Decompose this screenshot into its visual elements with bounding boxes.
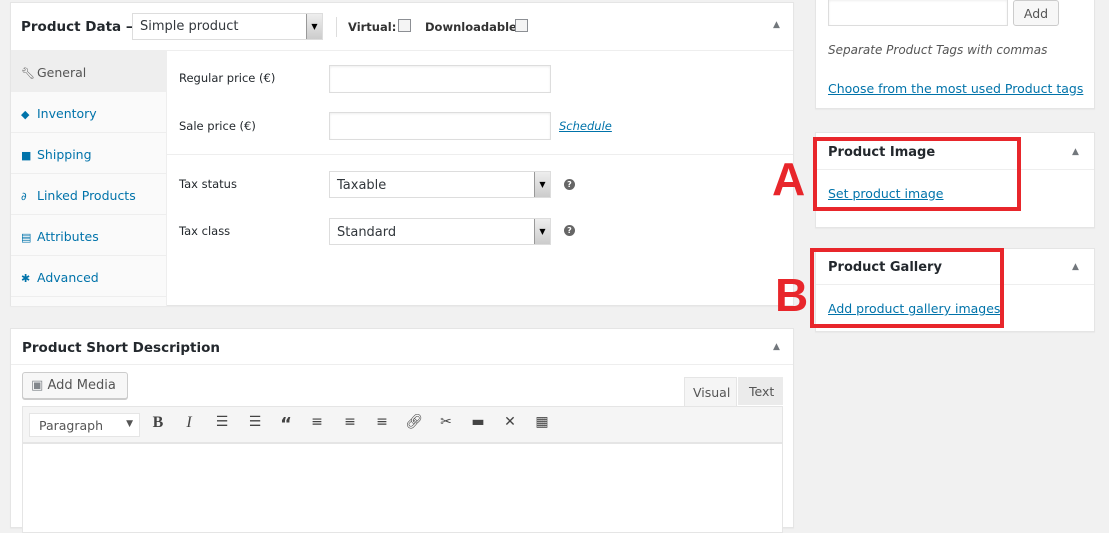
- bullet-list-icon[interactable]: ☰: [212, 414, 232, 430]
- tab-inventory[interactable]: ◆ Inventory: [11, 92, 167, 133]
- chevron-down-icon: ▼: [534, 172, 550, 197]
- numbered-list-icon[interactable]: ☰: [245, 414, 265, 430]
- media-icon: ▣: [31, 378, 44, 393]
- tax-class-label: Tax class: [179, 224, 231, 238]
- annotation-letter-a: A: [772, 153, 806, 205]
- downloadable-checkbox[interactable]: [515, 19, 528, 32]
- help-icon[interactable]: ?: [564, 225, 575, 236]
- tab-label: Linked Products: [37, 188, 136, 203]
- italic-icon[interactable]: I: [179, 414, 199, 432]
- tab-shipping[interactable]: ■ Shipping: [11, 133, 167, 174]
- link-icon: ∂: [21, 190, 27, 203]
- annotation-box-b: [810, 248, 1004, 328]
- sale-price-input[interactable]: [329, 112, 551, 140]
- regular-price-label: Regular price (€): [179, 71, 276, 85]
- collapse-toggle-icon[interactable]: ▲: [773, 20, 780, 30]
- tab-label: General: [37, 65, 87, 80]
- product-data-title: Product Data —: [21, 19, 140, 35]
- fullscreen-icon[interactable]: ✕: [500, 414, 520, 430]
- tax-class-select[interactable]: Standard ▼: [329, 218, 551, 245]
- tab-linked-products[interactable]: ∂ Linked Products: [11, 174, 167, 215]
- add-media-button[interactable]: ▣ Add Media: [22, 372, 128, 399]
- wrench-icon: 🔧︎: [21, 67, 35, 80]
- short-description-title: Product Short Description: [22, 340, 220, 356]
- tax-status-select[interactable]: Taxable ▼: [329, 171, 551, 198]
- tab-attributes[interactable]: ▤ Attributes: [11, 215, 167, 256]
- annotation-box-a: [813, 137, 1021, 211]
- format-select[interactable]: Paragraph ▼: [29, 413, 140, 437]
- annotation-letter-b: B: [775, 269, 809, 321]
- gear-icon: ✱: [21, 272, 31, 285]
- schedule-link[interactable]: Schedule: [559, 119, 612, 133]
- tax-class-value: Standard: [337, 225, 397, 240]
- list-icon: ▤: [21, 231, 32, 244]
- tab-label: Advanced: [37, 270, 99, 285]
- virtual-checkbox[interactable]: [398, 19, 411, 32]
- collapse-toggle-icon[interactable]: ▲: [1072, 147, 1079, 157]
- align-left-icon[interactable]: ≡: [307, 414, 327, 430]
- product-type-value: Simple product: [140, 19, 239, 34]
- align-right-icon[interactable]: ≡: [372, 414, 392, 430]
- tab-visual[interactable]: Visual: [684, 377, 737, 406]
- choose-tags-link[interactable]: Choose from the most used Product tags: [828, 81, 1083, 96]
- tag-icon: ◆: [21, 108, 30, 121]
- truck-icon: ■: [21, 149, 32, 162]
- product-type-select[interactable]: Simple product ▼: [132, 13, 323, 40]
- chevron-down-icon: ▼: [126, 419, 133, 429]
- format-value: Paragraph: [39, 418, 104, 433]
- tax-status-label: Tax status: [179, 177, 237, 191]
- tab-general[interactable]: 🔧︎ General: [11, 51, 167, 92]
- add-media-label: Add Media: [47, 378, 116, 393]
- virtual-label: Virtual:: [348, 20, 397, 34]
- unlink-icon[interactable]: ✂: [436, 414, 456, 430]
- link-icon[interactable]: 🔗︎: [404, 414, 424, 430]
- bold-icon[interactable]: B: [148, 414, 168, 432]
- collapse-toggle-icon[interactable]: ▲: [1072, 262, 1079, 272]
- tab-label: Shipping: [37, 147, 92, 162]
- product-tags-panel: Add Separate Product Tags with commas Ch…: [815, 0, 1095, 109]
- add-tag-button[interactable]: Add: [1013, 0, 1059, 26]
- product-data-panel: Product Data — Simple product ▼ Virtual: …: [10, 2, 794, 306]
- blockquote-icon[interactable]: “: [276, 414, 296, 435]
- editor-content[interactable]: [22, 443, 783, 533]
- toolbar-toggle-icon[interactable]: ▦: [532, 414, 552, 430]
- product-data-tabs: 🔧︎ General ◆ Inventory ■ Shipping ∂ Linked P…: [11, 51, 167, 306]
- tax-status-value: Taxable: [337, 178, 387, 193]
- align-center-icon[interactable]: ≡: [340, 414, 360, 430]
- collapse-toggle-icon[interactable]: ▲: [773, 342, 780, 352]
- regular-price-input[interactable]: [329, 65, 551, 93]
- section-divider: [167, 154, 793, 155]
- tab-advanced[interactable]: ✱ Advanced: [11, 256, 167, 297]
- read-more-icon[interactable]: ▬: [468, 414, 488, 430]
- tab-label: Attributes: [37, 229, 99, 244]
- tab-label: Inventory: [37, 106, 97, 121]
- sale-price-label: Sale price (€): [179, 119, 256, 133]
- chevron-down-icon: ▼: [534, 219, 550, 244]
- tags-hint: Separate Product Tags with commas: [828, 43, 1048, 57]
- tag-input[interactable]: [828, 0, 1008, 26]
- divider: [336, 17, 337, 37]
- downloadable-label: Downloadable:: [425, 20, 522, 34]
- chevron-down-icon: ▼: [306, 14, 322, 39]
- short-description-panel: Product Short Description ▲ ▣ Add Media …: [10, 328, 794, 533]
- header-border: [11, 364, 793, 365]
- help-icon[interactable]: ?: [564, 179, 575, 190]
- tab-text[interactable]: Text: [738, 377, 783, 405]
